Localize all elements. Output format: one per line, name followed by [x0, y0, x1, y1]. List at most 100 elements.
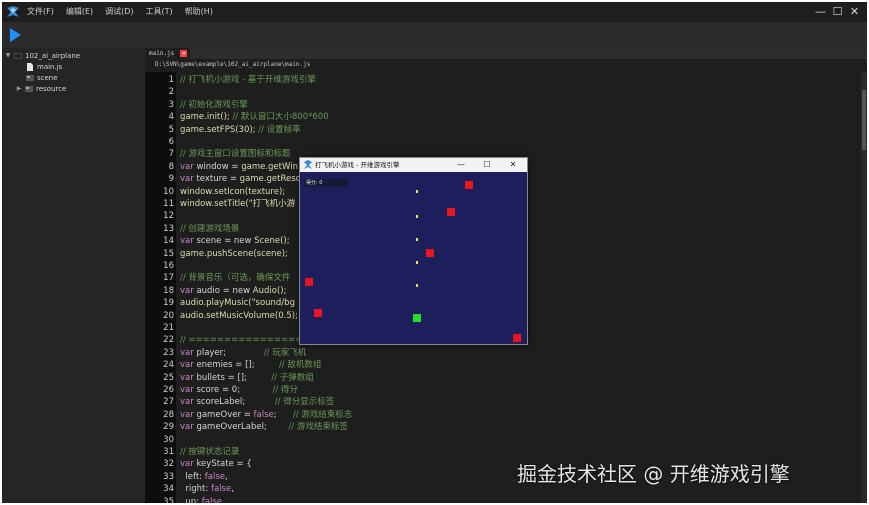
tree-root[interactable]: ▼ 102_ai_airplane — [5, 50, 80, 61]
code-token: var — [180, 459, 197, 470]
code-token: right: — [180, 484, 211, 495]
code-line: game.pushScene(scene); — [180, 248, 288, 260]
line-number: 23 — [163, 347, 174, 358]
code-token: scoreLabel; — [196, 397, 275, 408]
menu-item[interactable]: 文件(F) — [22, 6, 59, 18]
enemy-plane — [513, 334, 521, 342]
code-line: game.init(); // 默认窗口大小800*600 — [180, 111, 329, 123]
app-logo-icon — [7, 6, 19, 17]
code-line: var scene = new Scene(); — [180, 235, 290, 247]
line-number: 9 — [168, 174, 174, 185]
menu-item[interactable]: 工具(T) — [141, 6, 178, 18]
tab-main-js[interactable]: main.js ✕ — [145, 48, 191, 59]
code-line: audio.playMusic("sound/bg — [180, 297, 295, 309]
line-number: 21 — [163, 323, 174, 333]
code-line: var gameOverLabel; // 游戏结束标签 — [180, 421, 348, 433]
code-token: // 敌机数组 — [278, 360, 322, 371]
code-token: texture = — [196, 174, 240, 185]
close-button[interactable]: ✕ — [846, 2, 863, 22]
code-token: // 子弹数组 — [271, 372, 314, 383]
code-token: Scene(); — [254, 236, 290, 247]
code-token: // 得分显示标签 — [274, 397, 335, 408]
code-token: // 游戏结束标签 — [288, 422, 348, 433]
tree-item-resource[interactable]: ▶ resource — [16, 83, 67, 94]
close-icon[interactable]: ✕ — [180, 50, 188, 57]
code-token: // ================== — [180, 335, 317, 346]
code-token: , — [222, 496, 225, 503]
menu-item[interactable]: 编辑(E) — [61, 6, 98, 18]
code-token: player; — [196, 347, 264, 358]
line-number: 10 — [163, 186, 174, 197]
code-token: false — [253, 409, 274, 420]
code-line: game.setFPS(30); // 设置帧率 — [180, 124, 301, 136]
game-maximize-button[interactable]: ☐ — [475, 158, 499, 172]
bullet — [416, 238, 418, 241]
code-token: var — [180, 347, 197, 358]
line-number: 17 — [163, 273, 174, 284]
line-number: 35 — [163, 496, 174, 503]
code-line: window.setTitle("打飞机小游 — [180, 198, 295, 210]
code-token: // 得分 — [272, 385, 298, 395]
line-number: 24 — [163, 360, 174, 371]
minimize-button[interactable]: — — [812, 2, 829, 22]
line-number: 3 — [168, 99, 174, 110]
play-icon[interactable] — [8, 27, 22, 43]
code-line: var audio = new Audio(); — [180, 285, 286, 297]
code-line: var gameOver = false; // 游戏结束标志 — [180, 409, 352, 421]
code-token: var — [180, 360, 197, 371]
game-title-bar: 打飞机小游戏 - 开维游戏引擎 — ☐ ✕ — [300, 158, 527, 172]
scrollbar-thumb[interactable] — [862, 90, 866, 150]
code-token: // 游戏结束标志 — [292, 409, 353, 420]
code-token: var — [180, 236, 197, 247]
code-token: gameOver = — [196, 409, 254, 420]
tree-item-scene[interactable]: scene — [26, 72, 58, 83]
tree-item-label: resource — [36, 84, 67, 93]
project-tree: ▼ 102_ai_airplane main.js scene ▶ resour… — [2, 48, 145, 503]
game-window: 打飞机小游戏 - 开维游戏引擎 — ☐ ✕ 得分: 0 — [299, 157, 528, 345]
vertical-scrollbar[interactable] — [861, 72, 867, 503]
line-number: 8 — [168, 161, 174, 172]
line-number: 13 — [163, 223, 174, 234]
code-token: game.getWin — [241, 161, 298, 172]
code-line: // 初始化游戏引擎 — [180, 99, 248, 111]
code-token: // 创建游戏场景 — [180, 223, 240, 234]
code-token: game.getReso — [239, 174, 301, 185]
line-number: 20 — [163, 310, 174, 321]
menu-item[interactable]: 帮助(H) — [180, 6, 218, 18]
code-token: ; — [273, 409, 293, 420]
code-line: var enemies = []; // 敌机数组 — [180, 359, 321, 371]
code-token: up: — [180, 496, 202, 503]
tab-bar: main.js ✕ — [145, 48, 867, 59]
line-number: 26 — [163, 385, 174, 395]
maximize-button[interactable]: ☐ — [829, 2, 846, 22]
line-number: 12 — [163, 211, 174, 222]
code-token: window = — [196, 161, 242, 172]
line-number: 27 — [163, 397, 174, 408]
enemy-plane — [426, 249, 434, 257]
toolbar — [2, 22, 867, 49]
code-token: // 游戏主窗口设置图标和标题 — [180, 149, 291, 160]
code-token: var — [180, 161, 197, 172]
tab-label: main.js — [149, 50, 175, 57]
game-logo-icon — [304, 160, 312, 169]
code-line: var keyState = { — [180, 458, 252, 470]
tree-item-main-js[interactable]: main.js — [26, 61, 62, 72]
enemy-plane — [465, 181, 473, 189]
game-close-button[interactable]: ✕ — [501, 158, 525, 172]
code-line: left: false, — [180, 471, 227, 483]
code-line: // 按键状态记录 — [180, 446, 239, 458]
tree-root-label: 102_ai_airplane — [25, 51, 81, 60]
code-line: var bullets = []; // 子弹数组 — [180, 372, 314, 384]
line-number: 28 — [163, 409, 174, 420]
code-token: var — [180, 285, 197, 296]
code-token: scene = new — [196, 236, 255, 247]
code-token: score = 0; — [196, 385, 273, 395]
code-line: right: false, — [180, 483, 234, 495]
menu-bar: 文件(F) 编辑(E) 调试(D) 工具(T) 帮助(H) — ☐ ✕ — [2, 2, 867, 22]
menu-item[interactable]: 调试(D) — [100, 6, 138, 18]
code-token: // 按键状态记录 — [180, 447, 240, 457]
line-number: 1 — [168, 75, 174, 85]
enemy-plane — [314, 309, 322, 317]
code-token: audio = new — [196, 285, 253, 296]
game-minimize-button[interactable]: — — [449, 158, 473, 172]
